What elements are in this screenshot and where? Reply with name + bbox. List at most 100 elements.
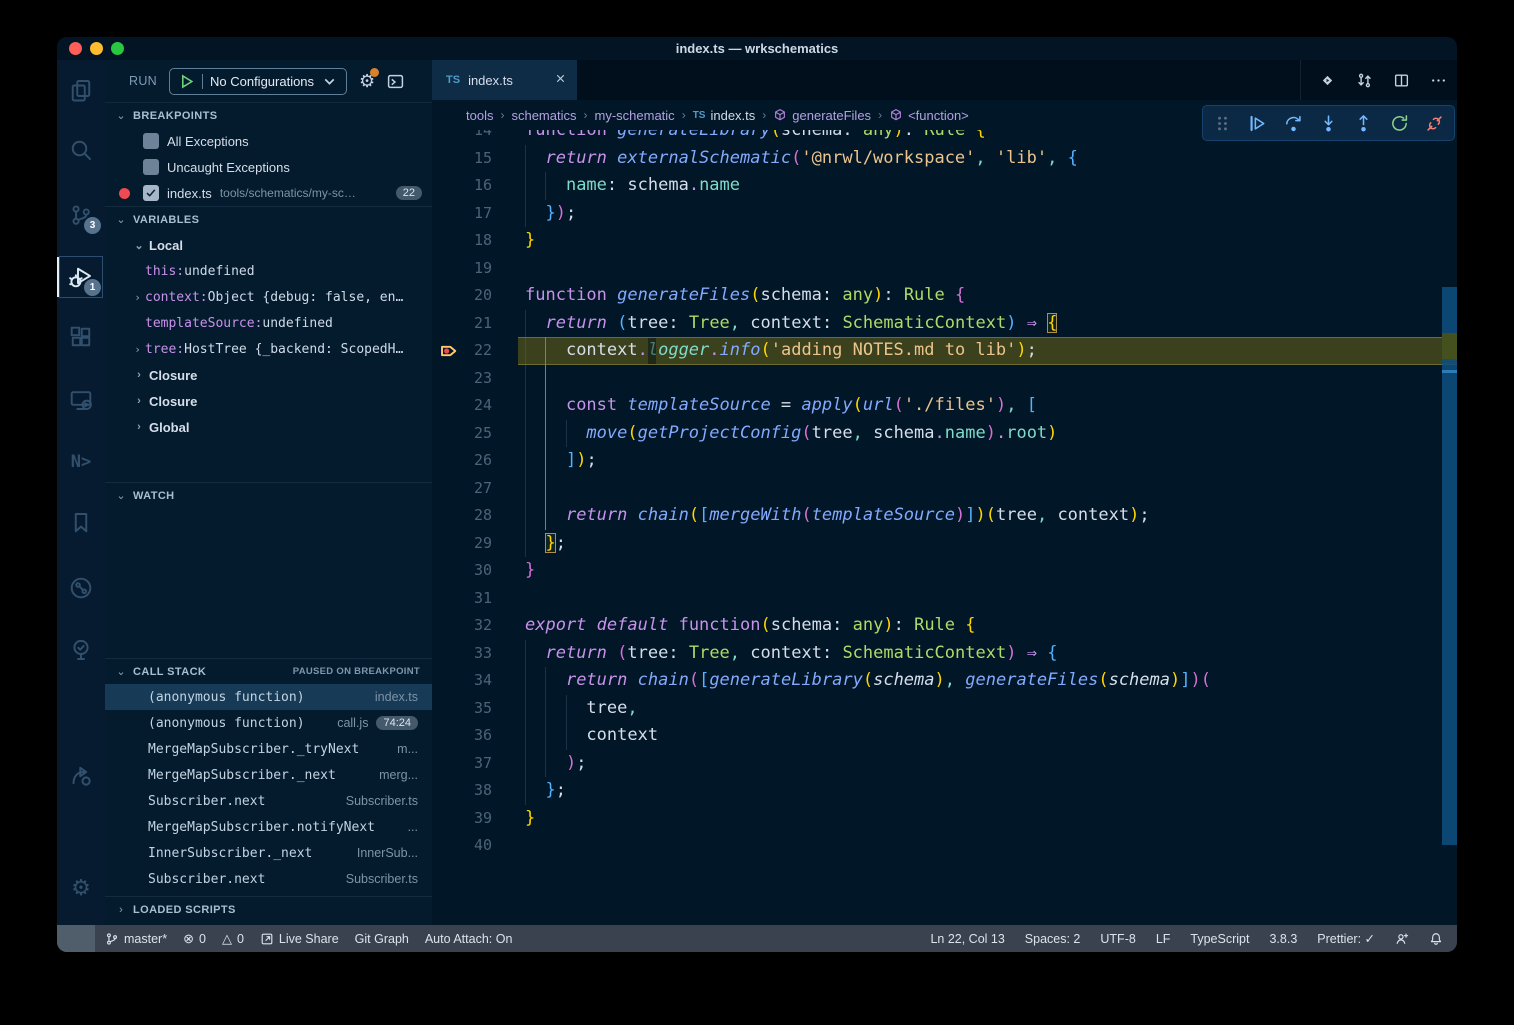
breakpoints-header[interactable]: ⌄ BREAKPOINTS: [105, 103, 432, 128]
code-line-29[interactable]: 29 };: [432, 530, 1457, 558]
activity-docker[interactable]: [57, 688, 105, 736]
call-stack-header[interactable]: ⌄ CALL STACK PAUSED ON BREAKPOINT: [105, 659, 432, 684]
breakpoint-row[interactable]: Uncaught Exceptions: [105, 154, 432, 180]
variable-scope[interactable]: ›Closure: [105, 388, 432, 414]
step-over-icon[interactable]: [1284, 114, 1303, 133]
activity-explorer[interactable]: [57, 66, 105, 114]
debug-console-button[interactable]: [387, 73, 404, 90]
status-errors[interactable]: ⊗0: [183, 931, 206, 947]
breadcrumb-item[interactable]: <function>: [889, 108, 969, 123]
watch-header[interactable]: ⌄ WATCH: [105, 483, 432, 508]
code-line-22[interactable]: 22 context.logger.info('adding NOTES.md …: [432, 337, 1457, 365]
sync-icon[interactable]: [1356, 72, 1373, 89]
status-prettier[interactable]: Prettier: ✓: [1317, 931, 1375, 946]
code-line-31[interactable]: 31: [432, 585, 1457, 613]
code-line-15[interactable]: 15 return externalSchematic('@nrwl/works…: [432, 145, 1457, 173]
status-notifications[interactable]: [1429, 932, 1443, 946]
code-line-33[interactable]: 33 return (tree: Tree, context: Schemati…: [432, 640, 1457, 668]
stack-frame-row[interactable]: MergeMapSubscriber._tryNextm...: [105, 736, 432, 762]
breadcrumb-item[interactable]: schematics: [511, 108, 576, 123]
code-line-21[interactable]: 21 return (tree: Tree, context: Schemati…: [432, 310, 1457, 338]
code-line-38[interactable]: 38 };: [432, 777, 1457, 805]
breakpoint-checkbox[interactable]: [143, 185, 159, 201]
status-language-mode[interactable]: TypeScript: [1190, 932, 1249, 946]
status-auto-attach[interactable]: Auto Attach: On: [425, 932, 513, 946]
code-line-40[interactable]: 40: [432, 832, 1457, 860]
variable-scope[interactable]: ⌄Local: [105, 232, 432, 258]
code-editor[interactable]: 14function generateLibrary(schema: any):…: [432, 130, 1457, 925]
activity-live-share[interactable]: [57, 751, 105, 799]
stack-frame-row[interactable]: Subscriber.nextSubscriber.ts: [105, 866, 432, 892]
activity-search[interactable]: [57, 126, 105, 174]
activity-remote-explorer[interactable]: [57, 376, 105, 424]
code-line-26[interactable]: 26 ]);: [432, 447, 1457, 475]
variable-row[interactable]: this: undefined: [105, 258, 432, 284]
code-line-20[interactable]: 20function generateFiles(schema: any): R…: [432, 282, 1457, 310]
zoom-window-button[interactable]: [111, 42, 124, 55]
continue-icon[interactable]: [1248, 114, 1267, 133]
activity-source-control[interactable]: 3: [57, 191, 105, 239]
code-line-24[interactable]: 24 const templateSource = apply(url('./f…: [432, 392, 1457, 420]
stack-frame-row[interactable]: InnerSubscriber._nextInnerSub...: [105, 840, 432, 866]
step-into-icon[interactable]: [1319, 114, 1338, 133]
code-line-37[interactable]: 37 );: [432, 750, 1457, 778]
disconnect-icon[interactable]: [1425, 114, 1444, 133]
activity-manage[interactable]: ⚙: [57, 864, 105, 912]
breadcrumb-item[interactable]: tools: [466, 108, 493, 123]
status-encoding[interactable]: UTF-8: [1100, 932, 1135, 946]
variable-row[interactable]: ›tree: HostTree {_backend: ScopedH…: [105, 336, 432, 362]
variables-header[interactable]: ⌄ VARIABLES: [105, 207, 432, 232]
code-line-35[interactable]: 35 tree,: [432, 695, 1457, 723]
activity-extensions[interactable]: [57, 313, 105, 361]
loaded-scripts-header[interactable]: › LOADED SCRIPTS: [105, 897, 432, 922]
code-line-16[interactable]: 16 name: schema.name: [432, 172, 1457, 200]
breakpoint-checkbox[interactable]: [143, 133, 159, 149]
status-eol[interactable]: LF: [1156, 932, 1171, 946]
stack-frame-row[interactable]: MergeMapSubscriber._nextmerg...: [105, 762, 432, 788]
stack-frame-row[interactable]: Subscriber.nextSubscriber.ts: [105, 788, 432, 814]
step-out-icon[interactable]: [1354, 114, 1373, 133]
breakpoint-row[interactable]: All Exceptions: [105, 128, 432, 154]
breadcrumb-item[interactable]: my-schematic: [595, 108, 675, 123]
code-line-39[interactable]: 39}: [432, 805, 1457, 833]
split-icon[interactable]: [1393, 72, 1410, 89]
close-tab-icon[interactable]: [554, 72, 567, 88]
breadcrumb-item[interactable]: generateFiles: [773, 108, 871, 123]
code-line-34[interactable]: 34 return chain([generateLibrary(schema)…: [432, 667, 1457, 695]
activity-test-explorer[interactable]: [57, 626, 105, 674]
code-line-32[interactable]: 32export default function(schema: any): …: [432, 612, 1457, 640]
stack-frame-row[interactable]: MergeMapSubscriber.notifyNext...: [105, 814, 432, 840]
status-feedback[interactable]: [1395, 932, 1409, 946]
tab-index-ts[interactable]: TS index.ts: [432, 60, 577, 100]
status-cursor-position[interactable]: Ln 22, Col 13: [930, 932, 1004, 946]
minimize-window-button[interactable]: [90, 42, 103, 55]
code-line-23[interactable]: 23: [432, 365, 1457, 393]
restart-icon[interactable]: [1390, 114, 1409, 133]
breakpoint-checkbox[interactable]: [143, 159, 159, 175]
status-indentation[interactable]: Spaces: 2: [1025, 932, 1081, 946]
stack-frame-row[interactable]: (anonymous function)index.ts: [105, 684, 432, 710]
code-line-25[interactable]: 25 move(getProjectConfig(tree, schema.na…: [432, 420, 1457, 448]
activity-bookmarks[interactable]: [57, 499, 105, 547]
variable-scope[interactable]: ›Closure: [105, 362, 432, 388]
breakpoint-row[interactable]: index.tstools/schematics/my-sch...22: [105, 180, 432, 206]
activity-git-history[interactable]: [57, 564, 105, 612]
code-line-18[interactable]: 18}: [432, 227, 1457, 255]
variable-row[interactable]: templateSource: undefined: [105, 310, 432, 336]
stack-frame-row[interactable]: (anonymous function)call.js74:24: [105, 710, 432, 736]
overview-ruler[interactable]: [1442, 130, 1457, 925]
close-window-button[interactable]: [69, 42, 82, 55]
code-line-30[interactable]: 30}: [432, 557, 1457, 585]
variable-scope[interactable]: ›Global: [105, 414, 432, 440]
status-remote-indicator[interactable]: [57, 925, 95, 952]
activity-nx-console[interactable]: N>: [57, 438, 105, 486]
activity-run-and-debug[interactable]: 1: [57, 253, 105, 301]
start-debug-icon[interactable]: [178, 73, 195, 90]
status-git-branch[interactable]: master*: [105, 932, 167, 946]
code-line-19[interactable]: 19: [432, 255, 1457, 283]
status-warnings[interactable]: △0: [222, 931, 244, 947]
status-git-graph[interactable]: Git Graph: [355, 932, 409, 946]
status-ts-version[interactable]: 3.8.3: [1269, 932, 1297, 946]
launch-configuration-dropdown[interactable]: No Configurations: [169, 68, 347, 95]
more-icon[interactable]: [1430, 72, 1447, 89]
